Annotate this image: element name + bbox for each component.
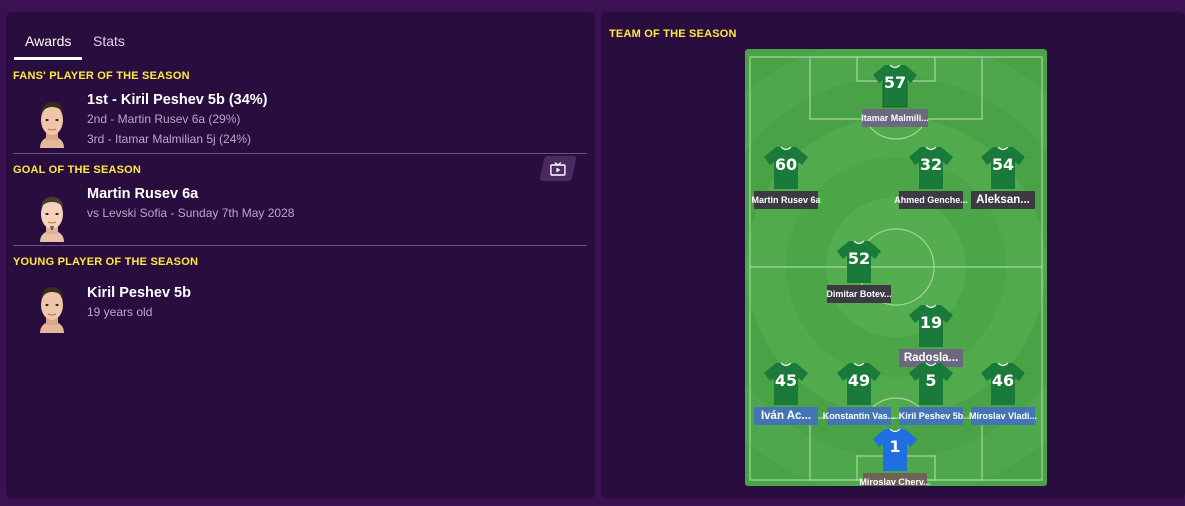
shirt-icon: 32	[907, 145, 955, 191]
player-name-tag[interactable]: Konstantin Vas...	[823, 407, 895, 425]
shirt-icon: 49	[835, 361, 883, 407]
player-name-tag[interactable]: Dimitar Botev...	[826, 285, 892, 303]
player-name-tag[interactable]: Iván Ac...	[754, 407, 818, 425]
player-face-martin-rusev[interactable]	[36, 190, 68, 242]
player-name-tag[interactable]: Miroslav Cherv...	[859, 473, 931, 486]
keeper-shirt-icon: 1	[871, 427, 919, 473]
tv-play-icon	[550, 161, 566, 176]
shirt-number: 19	[919, 313, 943, 332]
shirt-number: 5	[925, 371, 937, 390]
player-name-tag[interactable]: Itamar Malmili...	[861, 109, 929, 127]
tab-awards[interactable]: Awards	[14, 24, 82, 60]
shirt-number: 52	[847, 249, 871, 268]
shirt-icon: 46	[979, 361, 1027, 407]
divider	[13, 245, 587, 246]
young-player-detail[interactable]: 19 years old	[87, 305, 152, 319]
shirt-number: 45	[774, 371, 798, 390]
shirt-icon: 52	[835, 239, 883, 285]
shirt-icon: 60	[762, 145, 810, 191]
shirt-number: 46	[991, 371, 1015, 390]
team-of-season-panel: TEAM OF THE SEASON 57 Itamar Malmili... …	[601, 12, 1185, 499]
goal-of-season-title: GOAL OF THE SEASON	[13, 164, 142, 176]
shirt-number: 54	[991, 155, 1015, 174]
shirt-icon: 19	[907, 303, 955, 349]
goal-of-season-winner[interactable]: Martin Rusev 6a	[87, 186, 198, 202]
young-player-title: YOUNG PLAYER OF THE SEASON	[13, 256, 199, 268]
player-name-tag[interactable]: Miroslav Vladi...	[969, 407, 1037, 425]
player-name-tag[interactable]: Martin Rusev 6a	[751, 191, 821, 209]
shirt-number: 1	[889, 437, 901, 456]
watch-goal-button[interactable]	[539, 156, 577, 181]
player-name-tag[interactable]: Ahmed Genche...	[894, 191, 968, 209]
shirt-number: 57	[883, 73, 907, 92]
player-name-tag[interactable]: Aleksan...	[971, 191, 1035, 209]
shirt-icon: 45	[762, 361, 810, 407]
tab-bar: Awards Stats	[14, 24, 136, 60]
young-player-winner[interactable]: Kiril Peshev 5b	[87, 285, 191, 301]
shirt-icon: 54	[979, 145, 1027, 191]
pitch: 57 Itamar Malmili... 60 Martin Rusev 6a …	[745, 49, 1047, 486]
fans-player-title: FANS' PLAYER OF THE SEASON	[13, 70, 190, 82]
team-of-season-title: TEAM OF THE SEASON	[609, 28, 737, 40]
shirt-icon: 5	[907, 361, 955, 407]
goal-of-season-detail[interactable]: vs Levski Sofia - Sunday 7th May 2028	[87, 206, 294, 220]
tab-stats[interactable]: Stats	[82, 24, 136, 60]
shirt-number: 60	[774, 155, 798, 174]
divider	[13, 153, 587, 154]
player-face-kiril-peshev[interactable]	[36, 281, 68, 333]
shirt-icon: 57	[871, 63, 919, 109]
player-name-tag[interactable]: Kiril Peshev 5b	[899, 407, 963, 425]
shirt-number: 49	[847, 371, 871, 390]
fans-player-third[interactable]: 3rd - Itamar Malmilian 5j (24%)	[87, 132, 251, 146]
shirt-number: 32	[919, 155, 943, 174]
awards-panel: Awards Stats FANS' PLAYER OF THE SEASON …	[6, 12, 595, 499]
fans-player-second[interactable]: 2nd - Martin Rusev 6a (29%)	[87, 112, 240, 126]
fans-player-first[interactable]: 1st - Kiril Peshev 5b (34%)	[87, 92, 268, 108]
player-face-kiril-peshev[interactable]	[36, 96, 68, 148]
